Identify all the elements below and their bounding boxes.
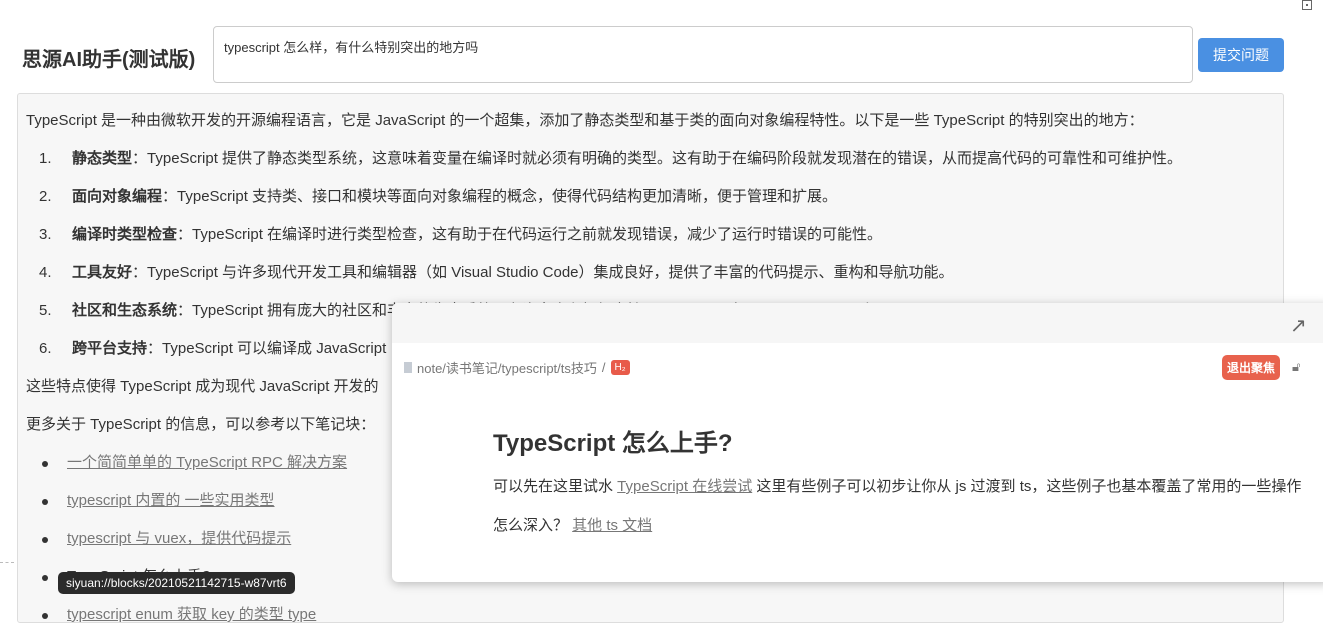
breadcrumb-path[interactable]: note/读书笔记/typescript/ts技巧 xyxy=(417,358,597,377)
item-text: ：TypeScript 在编译时进行类型检查，这有助于在代码运行之前就发现错误，… xyxy=(177,226,883,243)
text: 怎么深入？ xyxy=(493,517,573,534)
feature-item: 1. 静态类型：TypeScript 提供了静态类型系统，这意味着变量在编译时就必… xyxy=(26,140,1275,178)
block-preview-popup: ↗ note/读书笔记/typescript/ts技巧 / H₂ 退出聚焦 🔓︎… xyxy=(392,303,1323,582)
item-number: 1. xyxy=(39,150,52,167)
divider xyxy=(0,562,14,563)
item-text: ：TypeScript 与许多现代开发工具和编辑器（如 Visual Studi… xyxy=(132,264,954,281)
breadcrumb-separator: / xyxy=(601,360,606,375)
popup-paragraph-1: 可以先在这里试水 TypeScript 在线尝试 这里有些例子可以初步让你从 j… xyxy=(493,474,1313,499)
item-term: 工具友好 xyxy=(72,264,133,281)
item-text: ：TypeScript 提供了静态类型系统，这意味着变量在编译时就必须有明确的类… xyxy=(132,150,1183,167)
item-text: ：TypeScript 支持类、接口和模块等面向对象编程的概念，使得代码结构更加… xyxy=(162,188,838,205)
item-term: 面向对象编程 xyxy=(72,188,163,205)
text: 可以先在这里试水 xyxy=(493,478,618,495)
item-number: 4. xyxy=(39,264,52,281)
link-tooltip: siyuan://blocks/20210521142715-w87vrt6 xyxy=(58,572,295,594)
item-term: 跨平台支持 xyxy=(72,340,148,357)
app-title: 思源AI助手(测试版) xyxy=(22,49,196,71)
note-block-link[interactable]: typescript enum 获取 key 的类型 type xyxy=(67,606,316,622)
open-in-tab-icon[interactable]: ↗ xyxy=(1290,313,1307,338)
item-term: 编译时类型检查 xyxy=(72,226,178,243)
note-block-link[interactable]: 一个简简单单的 TypeScript RPC 解决方案 xyxy=(67,454,347,471)
item-number: 2. xyxy=(39,188,52,205)
item-number: 5. xyxy=(39,302,52,319)
feature-item: 2. 面向对象编程：TypeScript 支持类、接口和模块等面向对象编程的概念，… xyxy=(26,178,1275,216)
ts-playground-link[interactable]: TypeScript 在线尝试 xyxy=(617,478,752,495)
text: 这里有些例子可以初步让你从 js 过渡到 ts，这些例子也基本覆盖了常用的一些操… xyxy=(752,478,1302,495)
note-block-link[interactable]: typescript 内置的 一些实用类型 xyxy=(67,492,275,509)
item-text: ：TypeScript 可以编译成 JavaScript xyxy=(147,340,387,357)
window-pin-icon[interactable] xyxy=(1302,0,1312,10)
item-number: 6. xyxy=(39,340,52,357)
other-ts-docs-link[interactable]: 其他 ts 文档 xyxy=(572,517,652,534)
breadcrumb: note/读书笔记/typescript/ts技巧 / H₂ xyxy=(404,358,630,377)
item-term: 静态类型 xyxy=(72,150,133,167)
heading-badge[interactable]: H₂ xyxy=(610,360,630,375)
popup-header[interactable]: ↗ xyxy=(392,303,1323,343)
item-term: 社区和生态系统 xyxy=(72,302,178,319)
answer-intro: TypeScript 是一种由微软开发的开源编程语言，它是 JavaScript… xyxy=(26,112,1144,129)
feature-item: 3. 编译时类型检查：TypeScript 在编译时进行类型检查，这有助于在代码运… xyxy=(26,216,1275,254)
unlock-icon[interactable]: 🔓︎ xyxy=(1292,359,1300,375)
note-block-link[interactable]: typescript 与 vuex，提供代码提示 xyxy=(67,530,291,547)
file-icon xyxy=(404,362,412,373)
feature-item: 4. 工具友好：TypeScript 与许多现代开发工具和编辑器（如 Visual… xyxy=(26,254,1275,292)
item-number: 3. xyxy=(39,226,52,243)
note-link-item: typescript enum 获取 key 的类型 type xyxy=(38,596,1275,622)
question-input[interactable]: typescript 怎么样，有什么特别突出的地方吗 xyxy=(213,26,1193,83)
popup-paragraph-2: 怎么深入？ 其他 ts 文档 xyxy=(493,513,1313,538)
popup-heading: TypeScript 怎么上手? xyxy=(493,430,733,457)
submit-question-button[interactable]: 提交问题 xyxy=(1198,38,1284,72)
exit-focus-button[interactable]: 退出聚焦 xyxy=(1222,355,1281,380)
